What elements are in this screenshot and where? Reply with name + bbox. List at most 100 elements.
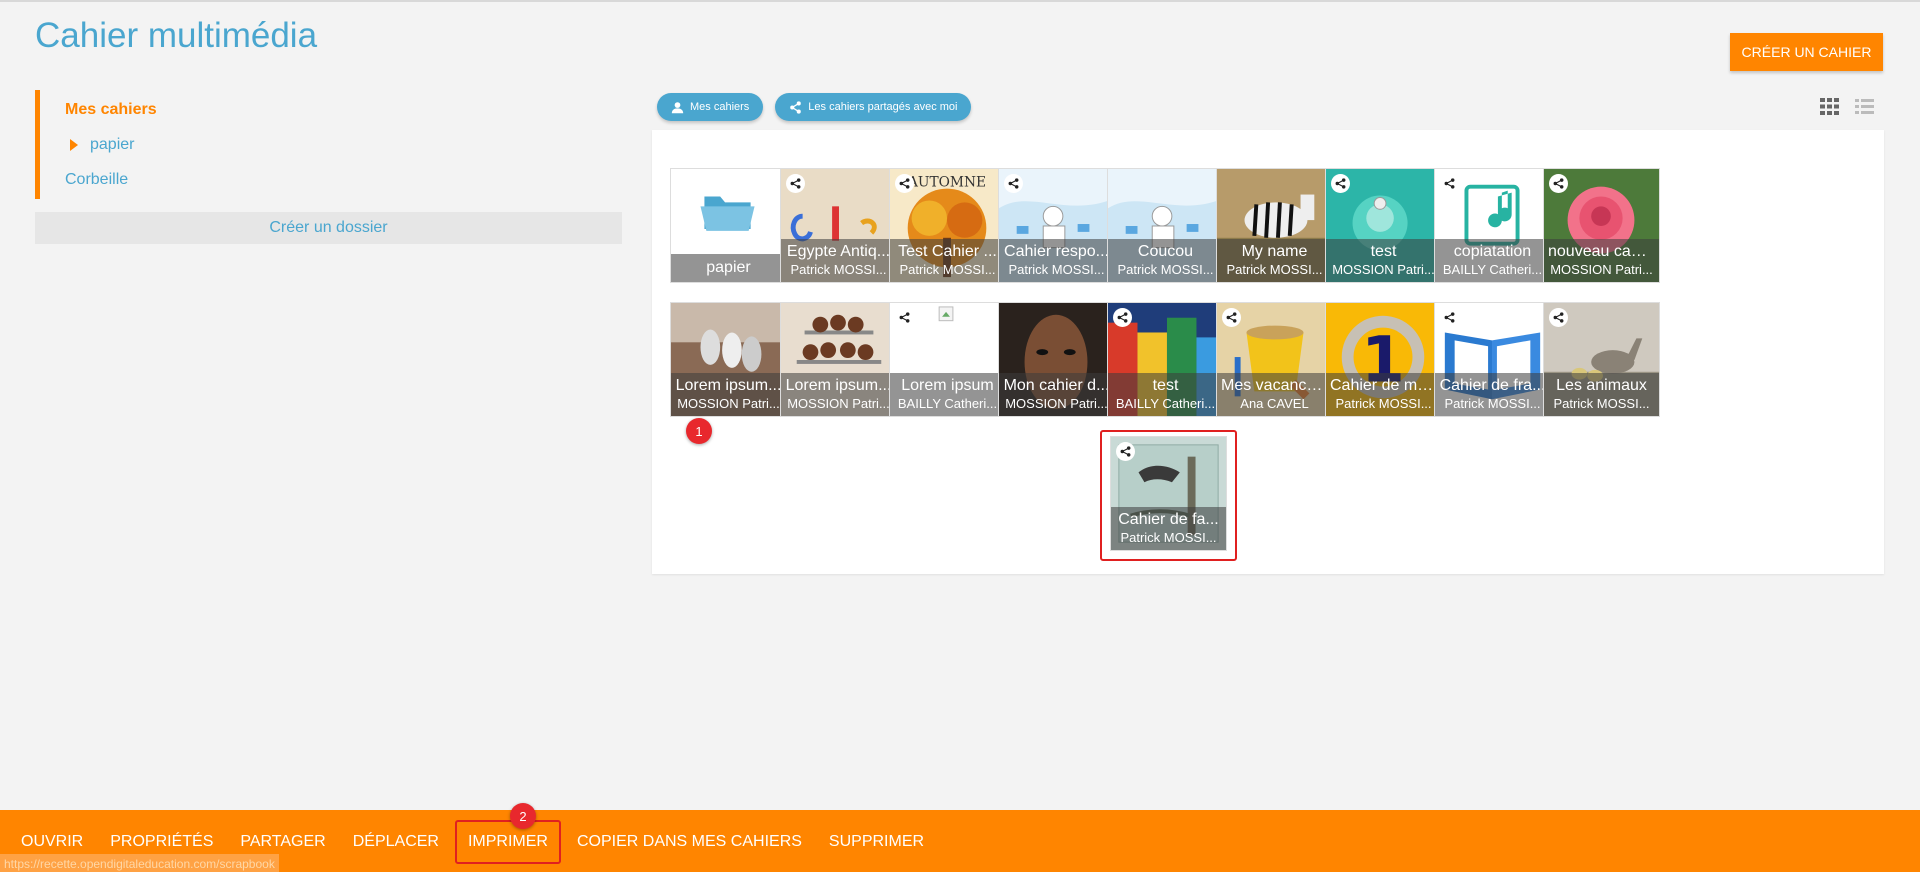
tile-author: Patrick MOSSI... bbox=[1444, 396, 1541, 411]
book-tile[interactable]: copiatation BAILLY Catheri... bbox=[1434, 168, 1551, 283]
sidebar-item-trash[interactable]: Corbeille bbox=[40, 162, 622, 197]
tile-author: Patrick MOSSI... bbox=[1008, 262, 1105, 277]
step-marker-1: 1 bbox=[686, 418, 712, 444]
share-icon bbox=[1549, 174, 1568, 193]
tile-caption: Lorem ipsum BAILLY Catheri... bbox=[890, 373, 1005, 416]
tile-title: Les animaux bbox=[1556, 377, 1647, 394]
caret-right-icon[interactable] bbox=[70, 138, 78, 151]
view-switch bbox=[1820, 98, 1874, 115]
book-tile[interactable]: My name Patrick MOSSI... bbox=[1216, 168, 1333, 283]
tile-author: Ana CAVEL bbox=[1240, 396, 1309, 411]
tile-caption: Lorem ipsum... MOSSION Patri... bbox=[781, 373, 896, 416]
filter-bar: Mes cahiers Les cahiers partagés avec mo… bbox=[657, 93, 972, 121]
tile-title: Coucou bbox=[1137, 243, 1194, 260]
book-tile[interactable]: Egypte Antiq... Patrick MOSSI... bbox=[780, 168, 897, 283]
delete-button[interactable]: SUPPRIMER bbox=[818, 820, 935, 864]
share-icon bbox=[790, 100, 802, 114]
sidebar-item-my-books[interactable]: Mes cahiers bbox=[40, 92, 622, 127]
book-tile[interactable]: nouveau cahi... MOSSION Patri... bbox=[1543, 168, 1660, 283]
tile-caption: Cahier de ma... Patrick MOSSI... bbox=[1326, 373, 1441, 416]
list-view-icon[interactable] bbox=[1855, 98, 1874, 115]
sidebar-item-label: Mes cahiers bbox=[65, 100, 157, 118]
copy-to-my-books-button[interactable]: COPIER DANS MES CAHIERS bbox=[566, 820, 813, 864]
book-tile[interactable]: test MOSSION Patri... bbox=[1325, 168, 1442, 283]
tile-caption: My name Patrick MOSSI... bbox=[1217, 239, 1332, 282]
tile-title: Lorem ipsum... bbox=[675, 377, 782, 394]
tile-caption: Les animaux Patrick MOSSI... bbox=[1544, 373, 1659, 416]
tile-title: Test Cahier ... bbox=[898, 243, 997, 260]
share-icon bbox=[895, 308, 914, 327]
tile-author: Patrick MOSSI... bbox=[790, 262, 887, 277]
my-books-filter[interactable]: Mes cahiers bbox=[657, 93, 764, 121]
tile-caption: Cahier de fra... Patrick MOSSI... bbox=[1435, 373, 1550, 416]
book-tile[interactable]: Coucou Patrick MOSSI... bbox=[1107, 168, 1224, 283]
tile-title: My name bbox=[1241, 243, 1308, 260]
step-marker-2: 2 bbox=[510, 803, 536, 829]
tile-author: BAILLY Catheri... bbox=[1442, 262, 1543, 277]
book-tile[interactable]: Lorem ipsum... MOSSION Patri... bbox=[670, 302, 787, 417]
create-book-button[interactable]: CRÉER UN CAHIER bbox=[1730, 33, 1883, 71]
share-icon bbox=[895, 174, 914, 193]
tile-title: Lorem ipsum... bbox=[785, 377, 892, 394]
action-toolbar: OUVRIR PROPRIÉTÉS PARTAGER DÉPLACER IMPR… bbox=[0, 810, 1920, 872]
tile-caption: copiatation BAILLY Catheri... bbox=[1435, 239, 1550, 282]
tile-caption: test MOSSION Patri... bbox=[1326, 239, 1441, 282]
share-icon bbox=[1004, 174, 1023, 193]
filter-label: Mes cahiers bbox=[690, 101, 750, 113]
book-tile[interactable]: Cahier de fra... Patrick MOSSI... bbox=[1434, 302, 1551, 417]
tile-caption: Cahier respo... Patrick MOSSI... bbox=[999, 239, 1114, 282]
book-tile[interactable]: Cahier respo... Patrick MOSSI... bbox=[998, 168, 1115, 283]
book-tile[interactable]: Lorem ipsum BAILLY Catheri... bbox=[889, 302, 1006, 417]
tile-title: Cahier respo... bbox=[1004, 243, 1109, 260]
tile-author: MOSSION Patri... bbox=[1332, 262, 1435, 277]
tile-caption: Test Cahier ... Patrick MOSSI... bbox=[890, 239, 1005, 282]
tile-title: Mon cahier d... bbox=[1003, 377, 1110, 394]
tile-caption: nouveau cahi... MOSSION Patri... bbox=[1544, 239, 1659, 282]
tile-caption: Mon cahier d... MOSSION Patri... bbox=[999, 373, 1114, 416]
book-tile[interactable]: Les animaux Patrick MOSSI... bbox=[1543, 302, 1660, 417]
tile-author: MOSSION Patri... bbox=[1005, 396, 1108, 411]
tile-title: Cahier de fra... bbox=[1439, 377, 1546, 394]
tile-caption: Coucou Patrick MOSSI... bbox=[1108, 239, 1223, 282]
share-icon bbox=[1549, 308, 1568, 327]
book-tile[interactable]: Lorem ipsum... MOSSION Patri... bbox=[780, 302, 897, 417]
book-tile[interactable]: AUTOMNE Test Cahier ... Patrick MOSSI... bbox=[889, 168, 1006, 283]
share-icon bbox=[1331, 174, 1350, 193]
tile-title: test bbox=[1152, 377, 1179, 394]
tile-author: Patrick MOSSI... bbox=[1226, 262, 1323, 277]
tile-caption: papier bbox=[671, 254, 786, 282]
tile-title: Mes vacance... bbox=[1221, 377, 1329, 394]
book-tile[interactable]: Mon cahier d... MOSSION Patri... bbox=[998, 302, 1115, 417]
filter-label: Les cahiers partagés avec moi bbox=[808, 101, 958, 113]
book-tile[interactable]: test BAILLY Catheri... bbox=[1107, 302, 1224, 417]
move-button[interactable]: DÉPLACER bbox=[342, 820, 450, 864]
share-icon bbox=[1222, 308, 1241, 327]
folder-tile[interactable]: papier bbox=[670, 168, 787, 283]
tile-caption: Mes vacance... Ana CAVEL bbox=[1217, 373, 1332, 416]
share-icon bbox=[1113, 308, 1132, 327]
grid-view-icon[interactable] bbox=[1820, 98, 1839, 115]
tile-author: Patrick MOSSI... bbox=[1335, 396, 1432, 411]
share-icon bbox=[786, 174, 805, 193]
books-panel: papier Egypte Antiq... Patrick MOSSI... AUT… bbox=[652, 130, 1884, 574]
status-url: https://recette.opendigitaleducation.com… bbox=[0, 854, 279, 872]
page-title: Cahier multimédia bbox=[35, 16, 318, 55]
tile-caption: Egypte Antiq... Patrick MOSSI... bbox=[781, 239, 896, 282]
print-button[interactable]: IMPRIMER bbox=[454, 820, 561, 864]
tile-author: BAILLY Catheri... bbox=[897, 396, 998, 411]
create-folder-button[interactable]: Créer un dossier bbox=[35, 212, 622, 244]
tile-author: Patrick MOSSI... bbox=[1117, 262, 1214, 277]
svg-text:AUTOMNE: AUTOMNE bbox=[907, 175, 986, 191]
tile-title: test bbox=[1370, 243, 1397, 260]
sidebar-item-label: papier bbox=[90, 135, 135, 153]
tile-author: Patrick MOSSI... bbox=[1553, 396, 1650, 411]
tile-title: Lorem ipsum bbox=[901, 377, 994, 394]
selection-highlight bbox=[1100, 430, 1237, 561]
sidebar-item-papier[interactable]: papier bbox=[40, 127, 622, 162]
shared-books-filter[interactable]: Les cahiers partagés avec moi bbox=[775, 93, 972, 121]
tile-title: copiatation bbox=[1453, 243, 1532, 260]
book-tile[interactable]: 1 Cahier de ma... Patrick MOSSI... bbox=[1325, 302, 1442, 417]
tile-title: papier bbox=[706, 259, 751, 276]
book-tile[interactable]: Mes vacance... Ana CAVEL bbox=[1216, 302, 1333, 417]
tile-author: BAILLY Catheri... bbox=[1115, 396, 1216, 411]
